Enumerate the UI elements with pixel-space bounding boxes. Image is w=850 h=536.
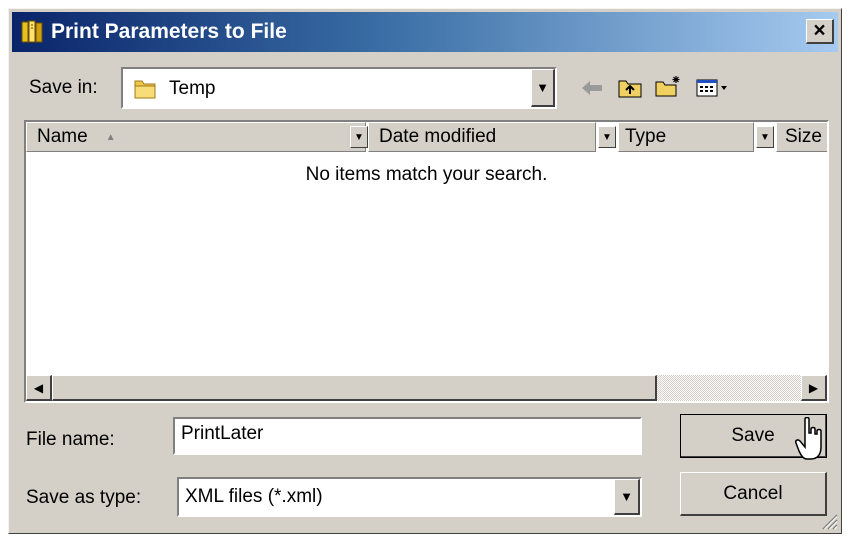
save-as-type-dropdown[interactable]: XML files (*.xml) ▼	[177, 477, 642, 517]
folder-icon	[133, 75, 157, 106]
column-date-dropdown-button[interactable]: ▼	[598, 126, 616, 148]
file-name-value: PrintLater	[181, 423, 264, 444]
file-name-input[interactable]: PrintLater	[173, 417, 642, 455]
file-list-header: Name ▲ ▼ Date modified ▼ Type ▼ Size	[26, 122, 827, 152]
chevron-down-icon: ▼	[602, 131, 612, 143]
save-in-dropdown-button[interactable]: ▼	[531, 69, 555, 107]
view-menu-icon[interactable]	[695, 73, 733, 103]
save-in-value: Temp	[169, 78, 216, 99]
column-type-dropdown-button[interactable]: ▼	[756, 126, 774, 148]
column-header-name[interactable]: Name ▲	[26, 122, 366, 152]
resize-grip-icon[interactable]	[820, 512, 838, 530]
save-as-type-value: XML files (*.xml)	[185, 486, 323, 507]
scrollbar-thumb[interactable]	[52, 375, 657, 401]
app-icon	[20, 18, 46, 46]
scroll-left-button[interactable]: ◀	[26, 375, 52, 401]
chevron-down-icon: ▼	[354, 131, 364, 143]
chevron-down-icon: ▼	[536, 80, 549, 95]
file-name-label: File name:	[26, 429, 115, 450]
close-button[interactable]: ×	[806, 19, 834, 44]
cancel-button[interactable]: Cancel	[680, 472, 827, 516]
dialog-title: Print Parameters to File	[51, 20, 287, 43]
scroll-right-button[interactable]: ▶	[801, 375, 827, 401]
save-dialog: Print Parameters to File × Save in: Temp…	[8, 8, 842, 534]
up-one-level-icon[interactable]	[615, 73, 645, 103]
new-folder-icon[interactable]	[653, 71, 683, 101]
save-in-label: Save in:	[29, 77, 98, 98]
save-as-type-label: Save as type:	[26, 487, 142, 508]
sort-ascending-icon: ▲	[105, 131, 116, 143]
mouse-cursor-icon	[795, 416, 825, 466]
column-header-type[interactable]: Type	[618, 122, 754, 152]
close-icon: ×	[813, 19, 826, 42]
title-bar[interactable]: Print Parameters to File ×	[12, 12, 838, 52]
file-list[interactable]: Name ▲ ▼ Date modified ▼ Type ▼ Size No …	[24, 120, 829, 403]
chevron-down-icon: ▼	[620, 489, 633, 504]
column-header-size[interactable]: Size	[776, 122, 827, 152]
chevron-down-icon: ▼	[760, 131, 770, 143]
column-name-dropdown-button[interactable]: ▼	[350, 126, 368, 148]
save-in-dropdown[interactable]: Temp ▼	[121, 67, 557, 109]
horizontal-scrollbar[interactable]: ◀ ▶	[26, 375, 827, 401]
save-as-type-dropdown-button[interactable]: ▼	[614, 479, 640, 515]
arrow-right-icon: ▶	[808, 380, 819, 395]
column-header-date-modified[interactable]: Date modified	[368, 122, 596, 152]
empty-list-message: No items match your search.	[305, 164, 548, 185]
arrow-left-icon: ◀	[33, 380, 44, 395]
back-arrow-icon[interactable]	[577, 73, 607, 103]
